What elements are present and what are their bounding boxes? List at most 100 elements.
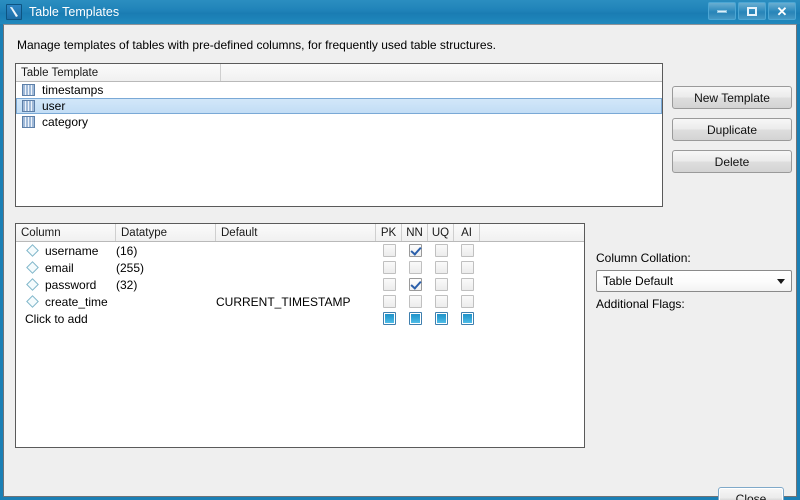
table-row[interactable]: email(255) [16,259,584,276]
close-dialog-button[interactable]: Close [718,487,784,500]
pk-checkbox[interactable] [383,312,396,325]
columns-header-nn[interactable]: NN [402,224,428,241]
column-default-cell[interactable] [216,259,376,276]
delete-button[interactable]: Delete [672,150,792,173]
pk-checkbox[interactable] [383,244,396,257]
new-template-button[interactable]: New Template [672,86,792,109]
column-uq-cell[interactable] [428,276,454,293]
column-nn-cell[interactable] [402,293,428,310]
column-pk-cell[interactable] [376,276,402,293]
chevron-down-icon [771,279,791,284]
template-name: timestamps [42,83,103,97]
table-row[interactable]: user [16,98,662,114]
columns-grid-header: Column Datatype Default PK NN UQ AI [16,224,584,242]
uq-checkbox[interactable] [435,278,448,291]
column-ai-cell[interactable] [454,293,480,310]
dialog-body: Manage templates of tables with pre-defi… [3,24,797,497]
column-pk-cell[interactable] [376,242,402,259]
column-uq-cell[interactable] [428,242,454,259]
ai-checkbox[interactable] [461,312,474,325]
title-bar: Table Templates ✕ [0,0,800,24]
columns-row-list: username (16)email(255)password(32)create… [16,242,584,327]
app-pen-icon [6,4,22,20]
columns-header-blank[interactable] [480,224,584,241]
templates-list-panel[interactable]: Table Template timestamps user category [15,63,663,207]
column-datatype-cell[interactable]: (16) [116,242,216,259]
column-uq-cell[interactable] [428,259,454,276]
templates-header-name[interactable]: Table Template [16,64,221,81]
intro-text: Manage templates of tables with pre-defi… [17,38,496,52]
window-title: Table Templates [29,5,119,19]
pk-checkbox[interactable] [383,261,396,274]
column-nn-cell[interactable] [402,276,428,293]
column-name-cell[interactable]: create_time [16,293,116,310]
nn-checkbox[interactable] [409,295,422,308]
duplicate-button[interactable]: Duplicate [672,118,792,141]
table-row[interactable]: create_time CURRENT_TIMESTAMP [16,293,584,310]
columns-grid-panel[interactable]: Column Datatype Default PK NN UQ AI user… [15,223,585,448]
table-row[interactable]: category [16,114,662,130]
maximize-icon [747,7,757,16]
columns-header-ai[interactable]: AI [454,224,480,241]
uq-checkbox[interactable] [435,261,448,274]
column-ai-cell[interactable] [454,310,480,327]
add-column-row[interactable]: Click to add [16,310,584,327]
column-default-cell[interactable] [216,242,376,259]
column-pk-cell[interactable] [376,259,402,276]
column-ai-cell[interactable] [454,259,480,276]
maximize-button[interactable] [738,2,766,20]
uq-checkbox[interactable] [435,244,448,257]
uq-checkbox[interactable] [435,295,448,308]
column-nn-cell[interactable] [402,259,428,276]
ai-checkbox[interactable] [461,244,474,257]
table-templates-window: Table Templates ✕ Manage templates of ta… [0,0,800,500]
column-diamond-icon [26,278,39,291]
columns-header-pk[interactable]: PK [376,224,402,241]
columns-header-datatype[interactable]: Datatype [116,224,216,241]
column-uq-cell[interactable] [428,293,454,310]
minimize-button[interactable] [708,2,736,20]
column-name-cell[interactable]: email [16,259,116,276]
table-row[interactable]: username (16) [16,242,584,259]
pk-checkbox[interactable] [383,278,396,291]
column-name-cell[interactable]: username [16,242,116,259]
column-name-cell[interactable]: Click to add [16,310,116,327]
column-collation-select[interactable]: Table Default [596,270,792,292]
column-collation-label: Column Collation: [596,251,691,265]
pk-checkbox[interactable] [383,295,396,308]
column-pk-cell[interactable] [376,293,402,310]
column-ai-cell[interactable] [454,242,480,259]
ai-checkbox[interactable] [461,295,474,308]
column-name-cell[interactable]: password [16,276,116,293]
column-nn-cell[interactable] [402,310,428,327]
column-datatype-cell[interactable]: (255) [116,259,216,276]
column-default-cell[interactable] [216,310,376,327]
column-filler-cell [480,293,584,310]
column-pk-cell[interactable] [376,310,402,327]
columns-header-default[interactable]: Default [216,224,376,241]
columns-header-uq[interactable]: UQ [428,224,454,241]
columns-header-column[interactable]: Column [16,224,116,241]
column-nn-cell[interactable] [402,242,428,259]
column-diamond-icon [26,295,39,308]
column-diamond-icon [26,244,39,257]
close-button[interactable]: ✕ [768,2,796,20]
column-datatype-cell[interactable]: (32) [116,276,216,293]
table-row[interactable]: timestamps [16,82,662,98]
ai-checkbox[interactable] [461,278,474,291]
table-row[interactable]: password(32) [16,276,584,293]
uq-checkbox[interactable] [435,312,448,325]
nn-checkbox[interactable] [409,261,422,274]
nn-checkbox[interactable] [409,244,422,257]
nn-checkbox[interactable] [409,312,422,325]
column-default-cell[interactable]: CURRENT_TIMESTAMP [216,293,376,310]
column-default-cell[interactable] [216,276,376,293]
column-name-text: username [45,244,98,258]
column-uq-cell[interactable] [428,310,454,327]
column-datatype-cell[interactable] [116,310,216,327]
nn-checkbox[interactable] [409,278,422,291]
ai-checkbox[interactable] [461,261,474,274]
column-datatype-cell[interactable] [116,293,216,310]
column-ai-cell[interactable] [454,276,480,293]
templates-header-blank[interactable] [221,64,662,81]
